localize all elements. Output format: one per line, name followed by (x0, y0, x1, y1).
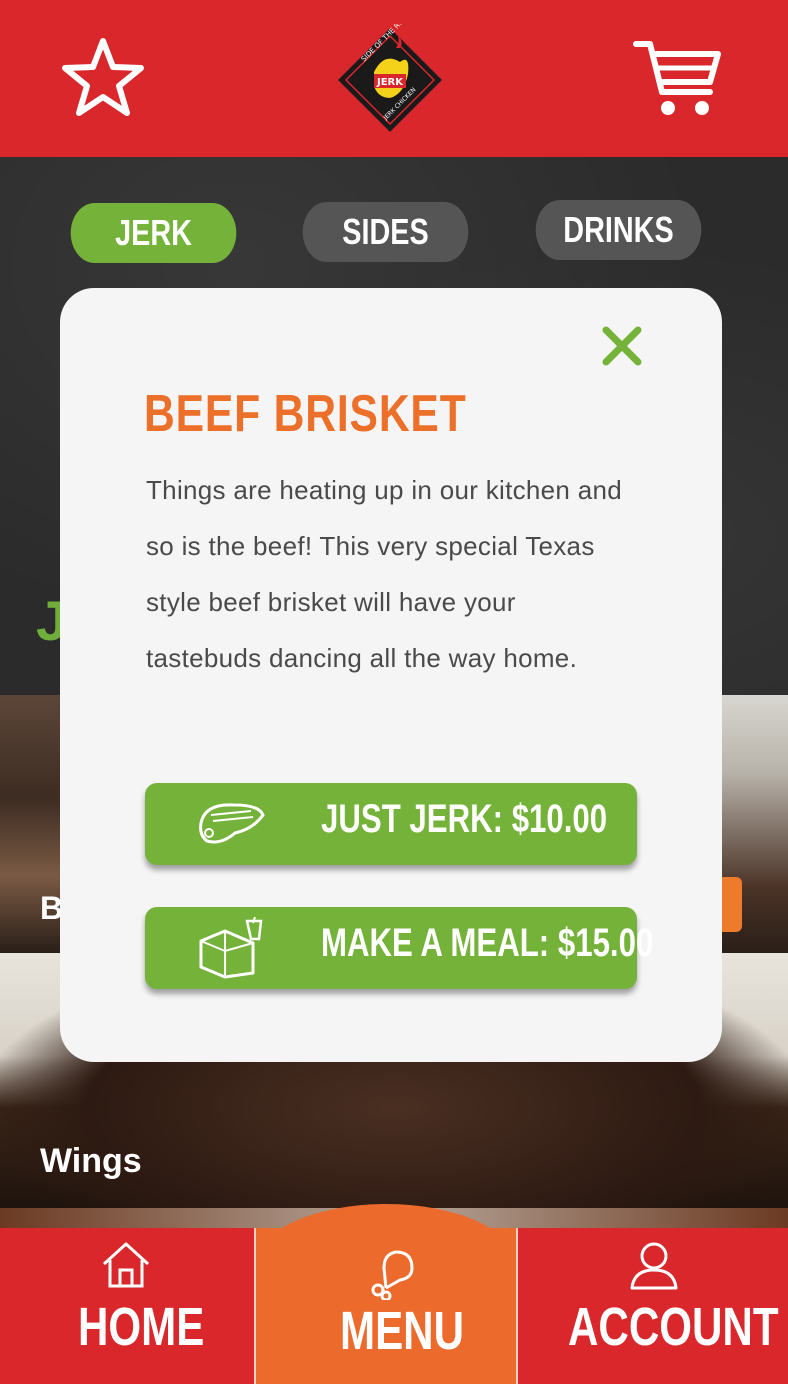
make-a-meal-button[interactable]: MAKE A MEAL: $15.00 (145, 907, 653, 989)
logo-center-text: JERK (376, 77, 404, 88)
add-item-tab[interactable] (720, 877, 742, 932)
make-a-meal-label: MAKE A MEAL: $15.00 (321, 921, 654, 965)
tab-sides[interactable]: SIDES (302, 202, 469, 262)
nav-account-label: ACCOUNT (568, 1297, 779, 1357)
brand-logo[interactable]: SIDE OF THE ROAD JERK JERK CHICKEN (334, 24, 446, 136)
tab-drinks[interactable]: DRINKS (535, 200, 702, 260)
tab-jerk-label: JERK (115, 212, 192, 253)
just-jerk-label: JUST JERK: $10.00 (321, 797, 608, 841)
close-icon[interactable] (600, 324, 644, 368)
nav-menu-label: MENU (340, 1301, 465, 1361)
cart-icon[interactable] (632, 36, 722, 118)
chicken-wing-icon (199, 803, 265, 844)
modal-title: BEEF BRISKET (144, 385, 467, 443)
tab-sides-label: SIDES (342, 211, 429, 252)
nav-divider (254, 1228, 256, 1384)
meal-box-icon (199, 917, 263, 979)
modal-description: Things are heating up in our kitchen and… (146, 475, 622, 673)
menu-item-label: Wings (40, 1142, 142, 1180)
drumstick-icon (371, 1250, 414, 1300)
just-jerk-button[interactable]: JUST JERK: $10.00 (145, 783, 637, 865)
nav-home-label: HOME (78, 1297, 205, 1357)
tab-drinks-label: DRINKS (563, 209, 674, 250)
user-icon (630, 1242, 678, 1290)
nav-divider (516, 1228, 518, 1384)
home-icon (102, 1242, 150, 1288)
tab-jerk[interactable]: JERK (70, 203, 237, 263)
star-icon[interactable] (62, 36, 144, 118)
